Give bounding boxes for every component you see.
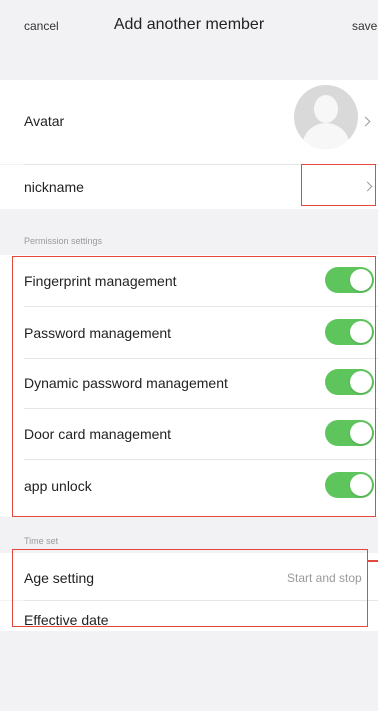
avatar-head-shape [314, 95, 338, 123]
time-section-header: Time set [24, 536, 59, 546]
divider [24, 306, 378, 307]
permission-item-label: app unlock [24, 478, 92, 494]
toggle-knob [350, 422, 372, 444]
fingerprint-management-toggle[interactable] [325, 267, 374, 293]
permission-section-header: Permission settings [24, 236, 103, 246]
highlight-connector [368, 560, 378, 562]
toggle-knob [350, 371, 372, 393]
avatar-body-shape [302, 123, 350, 149]
permission-item-label: Door card management [24, 426, 172, 442]
app-unlock-toggle[interactable] [325, 472, 374, 498]
permission-item-label: Fingerprint management [24, 273, 177, 289]
permission-item-label: Password management [24, 325, 172, 341]
page-title: Add another member [113, 16, 265, 33]
chevron-right-icon [360, 116, 371, 127]
dynamic-password-management-toggle[interactable] [325, 369, 374, 395]
permission-list: Fingerprint management Password manageme… [0, 255, 378, 517]
effective-date-row[interactable]: Effective date [0, 601, 378, 631]
toggle-knob [350, 474, 372, 496]
permission-item-label: Dynamic password management [24, 375, 228, 391]
toggle-knob [350, 321, 372, 343]
divider [24, 408, 378, 409]
divider [24, 358, 378, 359]
avatar[interactable] [294, 85, 358, 149]
effective-date-label: Effective date [24, 612, 109, 628]
divider [24, 459, 378, 460]
avatar-label: Avatar [24, 113, 65, 129]
door-card-management-toggle[interactable] [325, 420, 374, 446]
age-setting-value: Start and stop [287, 571, 362, 585]
chevron-right-icon [362, 181, 373, 192]
password-management-toggle[interactable] [325, 319, 374, 345]
nickname-label: nickname [24, 179, 84, 195]
age-setting-row[interactable]: Age setting Start and stop [0, 553, 378, 600]
toggle-knob [350, 269, 372, 291]
age-setting-label: Age setting [24, 570, 95, 586]
save-button[interactable]: save [352, 19, 377, 33]
nickname-row[interactable]: nickname [0, 165, 378, 209]
